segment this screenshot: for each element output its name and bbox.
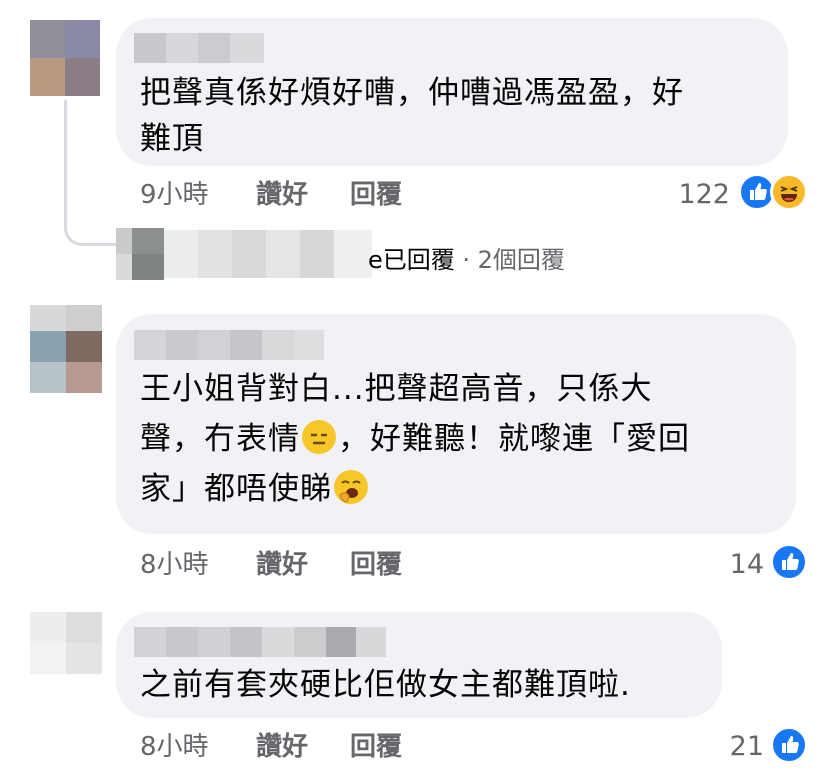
comment-text-segment: 家」都唔使睇 xyxy=(140,471,332,507)
like-icon xyxy=(770,726,808,764)
comment-timestamp[interactable]: 9小時 xyxy=(140,178,209,212)
comment-timestamp[interactable]: 8小時 xyxy=(140,548,209,582)
commenter-name[interactable] xyxy=(134,33,264,63)
reply-avatar[interactable] xyxy=(116,228,164,280)
comment-timestamp[interactable]: 8小時 xyxy=(140,730,209,764)
comment-text-line: 家」都唔使睇 xyxy=(140,464,370,515)
comment-text-line: 王小姐背對白...把聲超高音，只係大 xyxy=(140,371,653,407)
commenter-name[interactable] xyxy=(134,627,386,657)
avatar[interactable] xyxy=(30,20,100,96)
haha-icon xyxy=(770,173,808,211)
replies-count: · 2個回覆 xyxy=(462,246,565,274)
like-button[interactable]: 讚好 xyxy=(256,178,308,212)
like-button[interactable]: 讚好 xyxy=(256,548,308,582)
reaction-count[interactable]: 14 xyxy=(680,548,764,582)
view-replies-link[interactable]: e已回覆 · 2個回覆 xyxy=(368,244,565,276)
reply-button[interactable]: 回覆 xyxy=(350,730,402,764)
reply-button[interactable]: 回覆 xyxy=(350,178,402,212)
comment-text-line: 難頂 xyxy=(140,121,204,157)
comment-text-line: 之前有套夾硬比佢做女主都難頂啦. xyxy=(140,667,631,703)
avatar[interactable] xyxy=(30,305,102,393)
like-button[interactable]: 讚好 xyxy=(256,730,308,764)
reply-button[interactable]: 回覆 xyxy=(350,548,402,582)
reply-name-blur[interactable] xyxy=(164,230,372,278)
commenter-name[interactable] xyxy=(134,330,324,360)
replies-label: e已回覆 xyxy=(368,246,455,274)
reaction-count[interactable]: 122 xyxy=(640,178,730,212)
thread-connector xyxy=(64,100,119,246)
like-icon xyxy=(770,543,808,581)
expressionless-face-emoji xyxy=(302,420,336,454)
comment-text-line: 把聲真係好煩好嘈，仲嘈過馮盈盈，好 xyxy=(140,75,684,111)
comment-text-line: 聲，冇表情 ，好難聽！就嚟連「愛回 xyxy=(140,414,690,465)
comment-text-segment: 聲，冇表情 xyxy=(140,421,300,457)
reaction-count[interactable]: 21 xyxy=(680,730,764,764)
yawning-face-emoji xyxy=(334,470,368,504)
comment-text-segment: ，好難聽！就嚟連「愛回 xyxy=(338,421,690,457)
avatar[interactable] xyxy=(30,612,102,674)
